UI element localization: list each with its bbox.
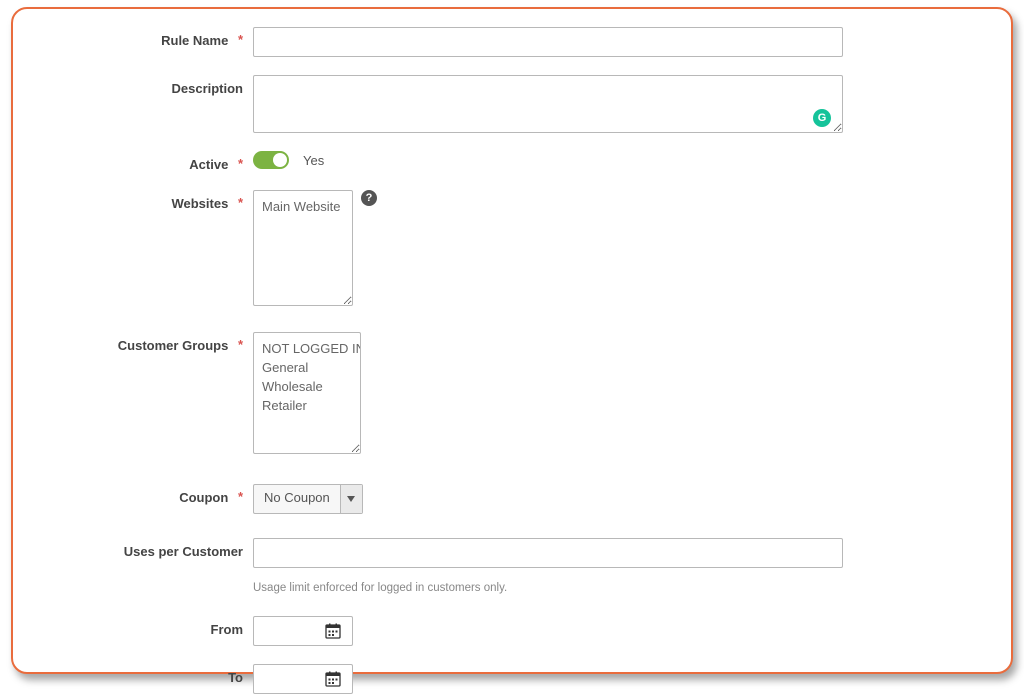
label-active: Active * — [43, 151, 253, 172]
required-marker: * — [238, 195, 243, 210]
coupon-select[interactable]: No Coupon — [253, 484, 363, 514]
website-option[interactable]: Main Website — [258, 197, 348, 216]
websites-multiselect[interactable]: Main Website — [253, 190, 353, 306]
from-date-input[interactable] — [260, 623, 322, 640]
calendar-icon[interactable] — [322, 623, 344, 639]
customer-group-option[interactable]: NOT LOGGED IN — [258, 339, 356, 358]
row-coupon: Coupon * No Coupon — [43, 484, 981, 514]
label-rule-name: Rule Name * — [43, 27, 253, 48]
customer-group-option[interactable]: General — [258, 358, 356, 377]
label-description-text: Description — [171, 81, 243, 96]
label-to: To — [43, 664, 253, 685]
label-description: Description — [43, 75, 253, 96]
label-coupon: Coupon * — [43, 484, 253, 505]
calendar-icon[interactable] — [322, 671, 344, 687]
coupon-selected-text: No Coupon — [254, 485, 340, 513]
row-rule-name: Rule Name * — [43, 27, 981, 57]
row-to: To — [43, 664, 981, 694]
grammarly-icon: G — [813, 109, 831, 127]
label-websites: Websites * — [43, 190, 253, 211]
label-from-text: From — [211, 622, 244, 637]
label-websites-text: Websites — [171, 196, 228, 211]
customer-group-option[interactable]: Retailer — [258, 396, 356, 415]
active-toggle-label: Yes — [303, 153, 324, 168]
customer-group-option[interactable]: Wholesale — [258, 377, 356, 396]
label-to-text: To — [228, 670, 243, 685]
to-date-input[interactable] — [260, 671, 322, 688]
rule-name-input[interactable] — [253, 27, 843, 57]
label-customer-groups: Customer Groups * — [43, 332, 253, 353]
label-uses-per-customer: Uses per Customer — [43, 538, 253, 559]
customer-groups-multiselect[interactable]: NOT LOGGED IN General Wholesale Retailer — [253, 332, 361, 454]
label-customer-groups-text: Customer Groups — [118, 338, 229, 353]
label-uses-per-customer-text: Uses per Customer — [124, 544, 243, 559]
uses-per-customer-input[interactable] — [253, 538, 843, 568]
row-active: Active * Yes — [43, 151, 981, 172]
chevron-down-icon[interactable] — [340, 485, 362, 513]
description-textarea[interactable] — [253, 75, 843, 133]
help-icon[interactable]: ? — [361, 190, 377, 206]
row-description: Description G — [43, 75, 981, 133]
label-coupon-text: Coupon — [179, 490, 228, 505]
required-marker: * — [238, 489, 243, 504]
rule-form-panel: Rule Name * Description G Active * Yes W… — [11, 7, 1013, 674]
uses-per-customer-hint: Usage limit enforced for logged in custo… — [253, 582, 981, 594]
required-marker: * — [238, 337, 243, 352]
to-date-field — [253, 664, 353, 694]
required-marker: * — [238, 32, 243, 47]
row-uses-per-customer: Uses per Customer Usage limit enforced f… — [43, 538, 981, 594]
required-marker: * — [238, 156, 243, 171]
label-active-text: Active — [189, 157, 228, 172]
from-date-field — [253, 616, 353, 646]
row-from: From — [43, 616, 981, 646]
label-from: From — [43, 616, 253, 637]
row-customer-groups: Customer Groups * NOT LOGGED IN General … — [43, 332, 981, 454]
active-toggle[interactable] — [253, 151, 289, 169]
label-rule-name-text: Rule Name — [161, 33, 228, 48]
row-websites: Websites * Main Website ? — [43, 190, 981, 306]
